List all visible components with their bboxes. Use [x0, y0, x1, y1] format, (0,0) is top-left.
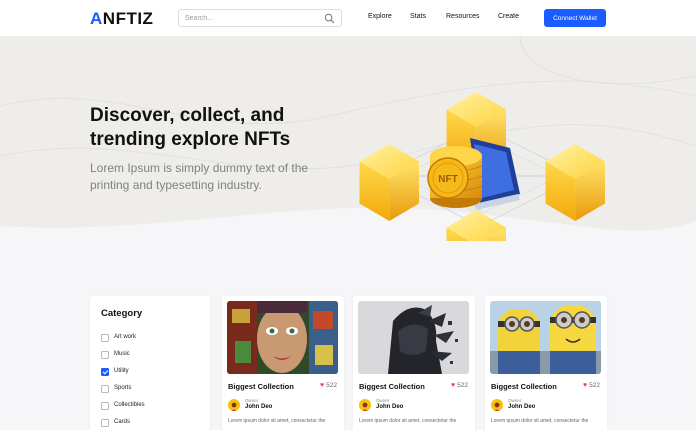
card-title: Biggest Collection: [359, 382, 425, 391]
like-count[interactable]: ♥ 522: [451, 382, 468, 389]
nft-image-portrait[interactable]: [227, 301, 338, 374]
category-label: Sports: [114, 385, 132, 391]
card-description: Lorem ipsum dolor sit amet, consectetur …: [359, 418, 457, 424]
category-item-utility[interactable]: Utility: [101, 367, 201, 377]
heart-icon[interactable]: ♥: [451, 382, 455, 389]
nft-card[interactable]: Biggest Collection ♥ 522 Owner John Deo L…: [222, 296, 344, 430]
category-item-collectibles[interactable]: Collectibles: [101, 401, 201, 411]
category-title: Category: [101, 308, 143, 319]
owner-label: Owner: [508, 398, 522, 403]
checkbox[interactable]: [101, 385, 109, 393]
owner-label: Owner: [376, 398, 390, 403]
card-description: Lorem ipsum dolor sit amet, consectetur …: [491, 418, 589, 424]
category-panel: Category Art work Music Utility Sports C…: [90, 296, 210, 430]
like-count[interactable]: ♥ 522: [320, 382, 337, 389]
avatar[interactable]: [491, 399, 503, 411]
hero-subtitle: Lorem Ipsum is simply dummy text of the …: [90, 161, 309, 192]
avatar[interactable]: [228, 399, 240, 411]
connect-wallet-button[interactable]: Connect Wallet: [544, 9, 606, 27]
category-item-sports[interactable]: Sports: [101, 384, 201, 394]
nft-illustration: NFT: [359, 92, 605, 241]
checkbox[interactable]: [101, 351, 109, 359]
nft-image-minions[interactable]: [490, 301, 601, 374]
nav-explore[interactable]: Explore: [368, 13, 392, 20]
card-title: Biggest Collection: [228, 382, 294, 391]
hero-section: Discover, collect, and trending explore …: [0, 36, 696, 241]
checkbox-checked[interactable]: [101, 368, 109, 376]
nft-card[interactable]: Biggest Collection ♥ 522 Owner John Deo L…: [485, 296, 607, 430]
nft-card[interactable]: Biggest Collection ♥ 522 Owner John Deo L…: [353, 296, 475, 430]
category-label: Art work: [114, 334, 137, 340]
gold-cube-right: [545, 144, 605, 221]
avatar[interactable]: [359, 399, 371, 411]
top-navbar: ANFTIZ Explore Stats Resources Create Co…: [0, 0, 696, 36]
category-label: Utility: [114, 368, 129, 374]
checkbox[interactable]: [101, 419, 109, 427]
owner-name[interactable]: John Deo: [508, 404, 535, 410]
category-label: Collectibles: [114, 402, 145, 408]
logo[interactable]: ANFTIZ: [90, 9, 153, 29]
heart-icon[interactable]: ♥: [320, 382, 324, 389]
heart-icon[interactable]: ♥: [583, 382, 587, 389]
search-box: [178, 9, 342, 27]
category-label: Cards: [114, 419, 131, 425]
nft-image-sculpture[interactable]: [358, 301, 469, 374]
owner-name[interactable]: John Deo: [245, 404, 272, 410]
category-item-art-work[interactable]: Art work: [101, 333, 201, 343]
nav-resources[interactable]: Resources: [446, 13, 479, 20]
nft-coin-label: NFT: [438, 174, 457, 185]
hero-title: Discover, collect, and trending explore …: [90, 105, 291, 150]
owner-label: Owner: [245, 398, 259, 403]
gold-cube-left: [359, 144, 419, 221]
checkbox[interactable]: [101, 334, 109, 342]
gold-cube-bottom: [446, 210, 506, 241]
category-item-cards[interactable]: Cards: [101, 418, 201, 428]
search-icon[interactable]: [324, 13, 335, 24]
owner-name[interactable]: John Deo: [376, 404, 403, 410]
nav-create[interactable]: Create: [498, 13, 519, 20]
search-input[interactable]: [185, 12, 315, 25]
category-item-music[interactable]: Music: [101, 350, 201, 360]
card-title: Biggest Collection: [491, 382, 557, 391]
checkbox[interactable]: [101, 402, 109, 410]
like-count[interactable]: ♥ 522: [583, 382, 600, 389]
nav-stats[interactable]: Stats: [410, 13, 426, 20]
card-description: Lorem ipsum dolor sit amet, consectetur …: [228, 418, 326, 424]
category-label: Music: [114, 351, 130, 357]
